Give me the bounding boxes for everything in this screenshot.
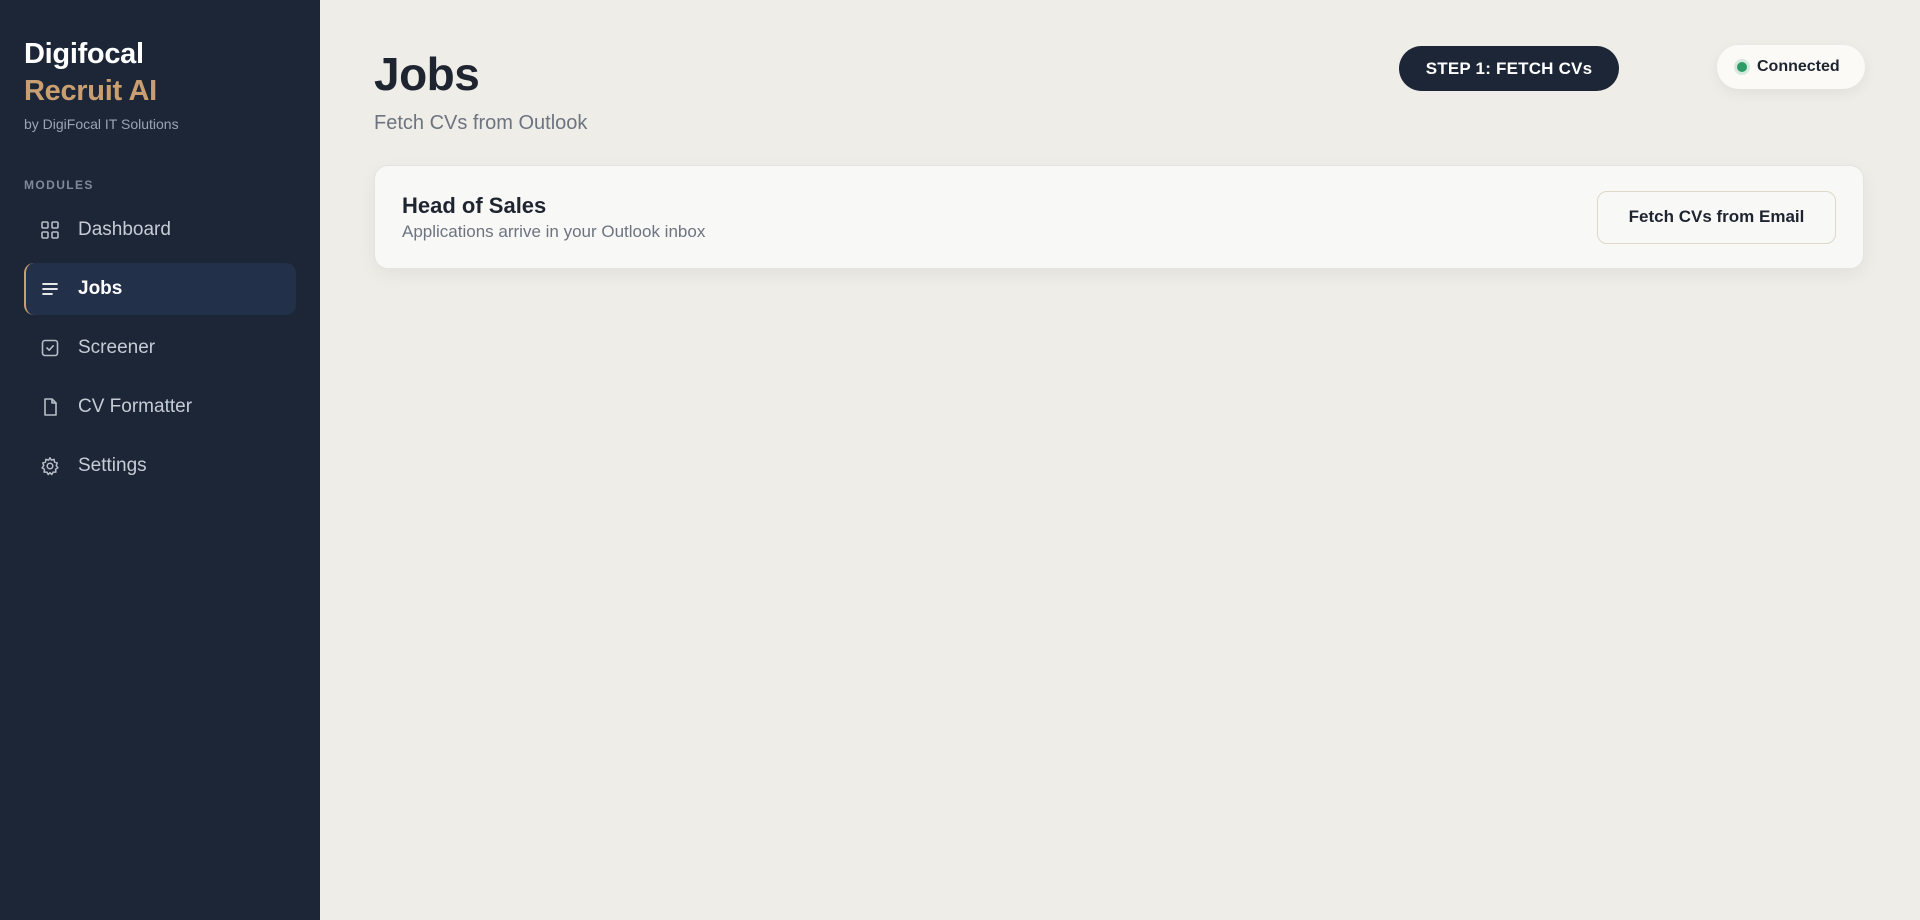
connection-status: Connected: [1717, 45, 1865, 89]
check-square-icon: [40, 338, 60, 358]
sidebar-item-label: Screener: [78, 337, 156, 358]
sidebar: Digifocal Recruit AI by DigiFocal IT Sol…: [0, 0, 320, 920]
job-card: Head of Sales Applications arrive in you…: [374, 165, 1864, 269]
status-dot-icon: [1737, 62, 1747, 72]
brand-byline: by DigiFocal IT Solutions: [24, 116, 179, 132]
step-badge: STEP 1: FETCH CVs: [1399, 46, 1619, 91]
page-subtitle: Fetch CVs from Outlook: [374, 112, 588, 134]
connection-status-label: Connected: [1757, 58, 1840, 75]
gear-icon: [40, 456, 60, 476]
page-title: Jobs: [374, 48, 480, 100]
brand-name: Digifocal: [24, 38, 144, 70]
sidebar-item-label: Dashboard: [78, 219, 171, 240]
file-icon: [40, 397, 60, 417]
sidebar-item-cv-formatter[interactable]: CV Formatter: [24, 381, 296, 433]
sidebar-item-screener[interactable]: Screener: [24, 322, 296, 374]
grid-icon: [40, 220, 60, 240]
list-icon: [40, 279, 60, 299]
brand-product: Recruit AI: [24, 75, 157, 107]
job-info: Head of Sales Applications arrive in you…: [402, 192, 705, 242]
job-title: Head of Sales: [402, 193, 547, 218]
sidebar-item-label: Settings: [78, 455, 147, 476]
sidebar-item-dashboard[interactable]: Dashboard: [24, 204, 296, 256]
sidebar-item-label: Jobs: [78, 278, 123, 299]
sidebar-item-label: CV Formatter: [78, 396, 193, 417]
sidebar-nav: Dashboard Jobs Screener CV Formatter Set…: [24, 204, 296, 492]
main-content: Jobs Fetch CVs from Outlook STEP 1: FETC…: [320, 0, 1920, 920]
job-description: Applications arrive in your Outlook inbo…: [402, 222, 706, 241]
brand: Digifocal Recruit AI by DigiFocal IT Sol…: [24, 36, 296, 132]
app-root: Digifocal Recruit AI by DigiFocal IT Sol…: [0, 0, 1920, 920]
sidebar-item-jobs[interactable]: Jobs: [24, 263, 296, 315]
fetch-cvs-button[interactable]: Fetch CVs from Email: [1597, 190, 1836, 244]
sidebar-item-settings[interactable]: Settings: [24, 440, 296, 492]
modules-section-label: MODULES: [24, 178, 94, 192]
